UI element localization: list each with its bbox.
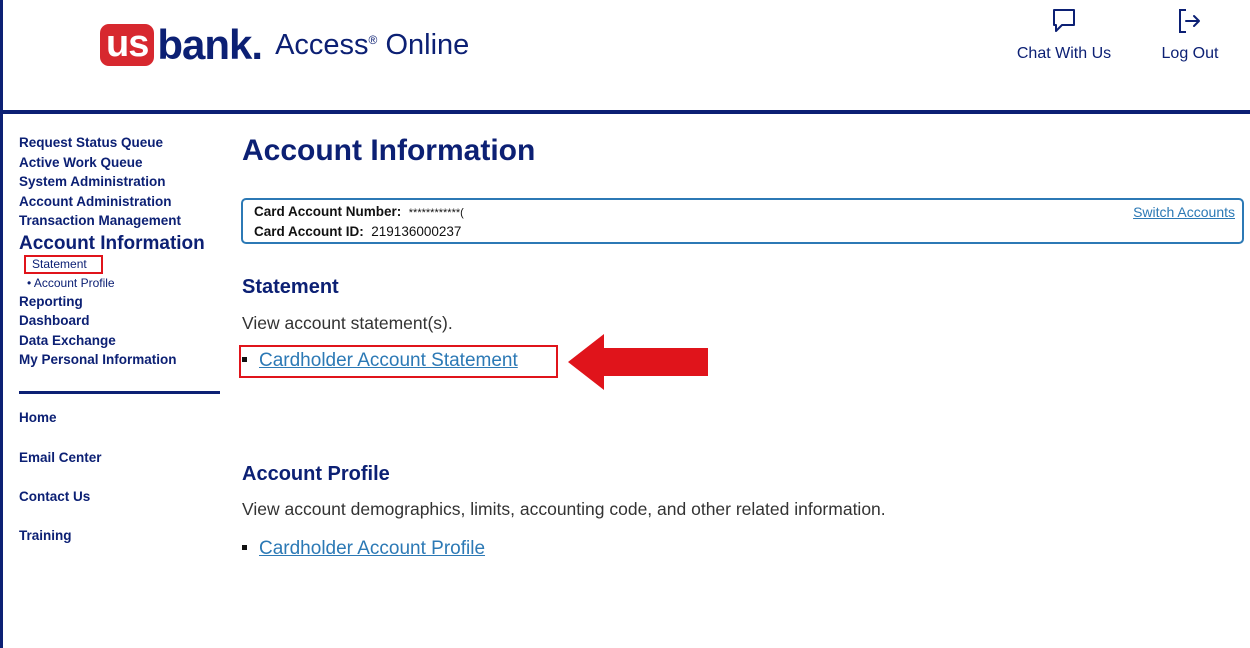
logo-bank: bank: [157, 21, 252, 68]
account-profile-description: View account demographics, limits, accou…: [242, 499, 886, 519]
account-summary-box: Card Account Number: ************( Card …: [241, 198, 1244, 244]
header-divider: [0, 110, 1250, 114]
card-account-id-row: Card Account ID: 219136000237: [254, 224, 461, 239]
nav-transaction-management[interactable]: Transaction Management: [19, 211, 224, 231]
nav-account-information[interactable]: Account Information: [19, 232, 224, 255]
card-account-number-value: ************(: [408, 207, 464, 219]
chat-with-us-label: Chat With Us: [1016, 45, 1112, 62]
nav-system-administration[interactable]: System Administration: [19, 172, 224, 192]
sidebar: Request Status Queue Active Work Queue S…: [19, 133, 224, 543]
nav-account-administration[interactable]: Account Administration: [19, 192, 224, 212]
profile-link-item: Cardholder Account Profile: [242, 538, 485, 560]
card-account-number-row: Card Account Number: ************(: [254, 204, 464, 219]
card-account-id-label: Card Account ID:: [254, 224, 364, 239]
bullet-square-icon: [242, 545, 247, 551]
statement-heading: Statement: [242, 276, 339, 298]
logo-us: us: [100, 24, 155, 66]
chat-with-us-button[interactable]: Chat With Us: [1004, 8, 1124, 63]
nav-dashboard[interactable]: Dashboard: [19, 311, 224, 331]
account-profile-heading: Account Profile: [242, 463, 390, 485]
switch-accounts-link[interactable]: Switch Accounts: [1133, 204, 1235, 220]
nav-data-exchange[interactable]: Data Exchange: [19, 331, 224, 351]
header: us bank . Access® Online Chat With Us Lo…: [0, 0, 1250, 112]
logo-dot: .: [251, 21, 264, 68]
nav-active-work-queue[interactable]: Active Work Queue: [19, 153, 224, 173]
nav-sub-statement[interactable]: Statement: [24, 254, 103, 274]
nav-my-personal-information[interactable]: My Personal Information: [19, 350, 224, 370]
nav-home[interactable]: Home: [19, 410, 57, 425]
registered-mark: ®: [368, 32, 378, 47]
nav-contact-us[interactable]: Contact Us: [19, 489, 90, 504]
red-arrow-icon: [568, 334, 708, 390]
statement-link-highlight: [239, 345, 558, 378]
nav-email-center[interactable]: Email Center: [19, 450, 102, 465]
logout-icon: [1179, 9, 1200, 33]
cardholder-account-profile-link[interactable]: Cardholder Account Profile: [259, 538, 485, 559]
chat-bubble-icon: [1053, 9, 1075, 32]
card-account-number-label: Card Account Number:: [254, 204, 402, 219]
card-account-id-value: 219136000237: [371, 224, 462, 239]
log-out-button[interactable]: Log Out: [1150, 8, 1230, 63]
nav-sub-account-profile[interactable]: • Account Profile: [19, 274, 224, 292]
nav-training[interactable]: Training: [19, 528, 72, 543]
nav-request-status-queue[interactable]: Request Status Queue: [19, 133, 224, 153]
nav-reporting[interactable]: Reporting: [19, 292, 224, 312]
product-name: Access® Online: [275, 29, 469, 62]
product-name-access: Access: [275, 28, 369, 61]
log-out-label: Log Out: [1161, 45, 1219, 62]
page-title: Account Information: [242, 134, 536, 167]
product-name-suffix: Online: [377, 28, 470, 61]
statement-description: View account statement(s).: [242, 313, 453, 333]
usbank-logo[interactable]: us bank . Access® Online: [100, 21, 469, 68]
sidebar-divider: [19, 391, 220, 394]
